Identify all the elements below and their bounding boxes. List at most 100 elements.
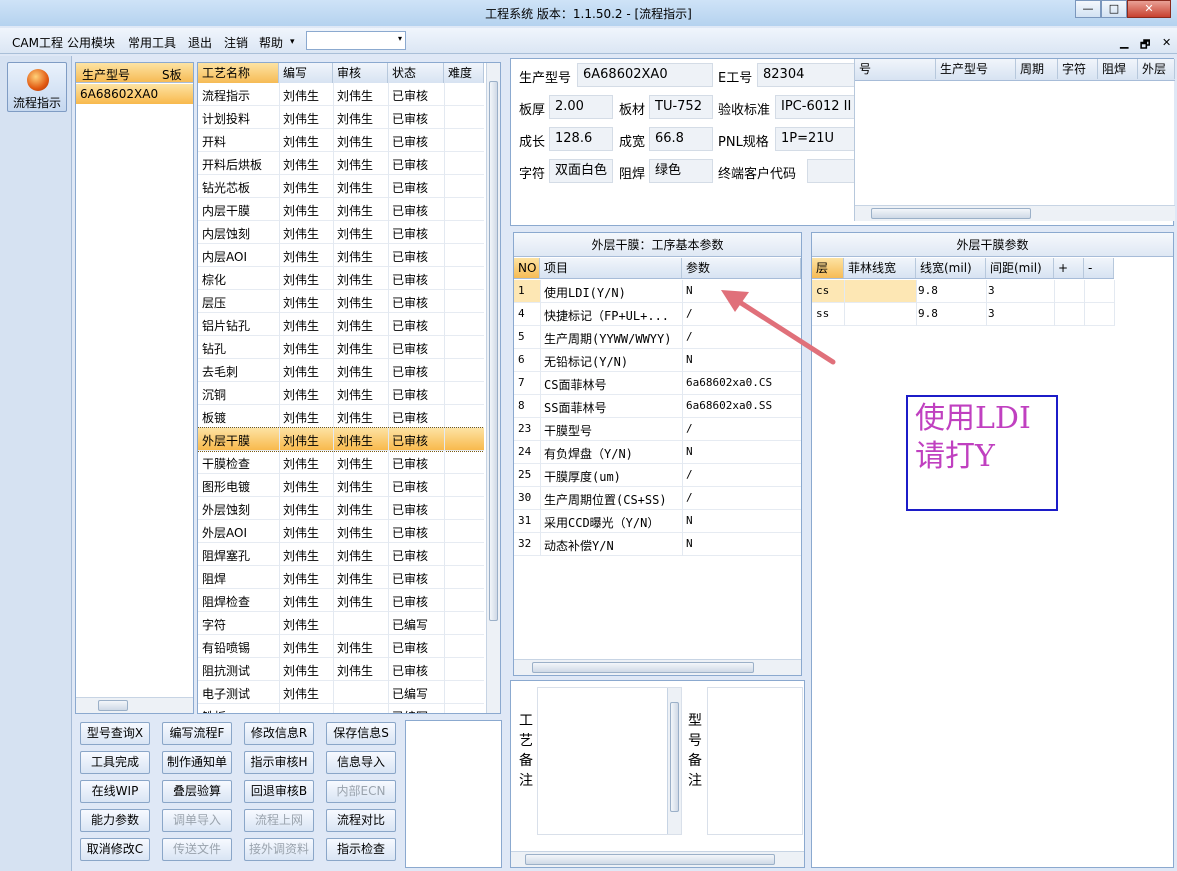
table-row[interactable]: 阻焊检查 刘伟生 刘伟生 已审核 <box>198 589 484 612</box>
param-row[interactable]: 24 有负焊盘（Y/N) N <box>514 441 801 464</box>
action-button[interactable]: 指示检查 <box>326 838 396 861</box>
table-row[interactable]: 铣板 已编写 <box>198 704 484 713</box>
action-button[interactable]: 调单导入 <box>162 809 232 832</box>
film-row[interactable]: cs 9.8 3 <box>812 280 1115 303</box>
col-period[interactable]: 周期 <box>1016 59 1058 79</box>
action-button[interactable]: 指示审核H <box>244 751 314 774</box>
model-hscroll[interactable] <box>76 697 193 713</box>
table-row[interactable]: 外层蚀刻 刘伟生 刘伟生 已审核 <box>198 497 484 520</box>
col-mask[interactable]: 阻焊 <box>1098 59 1138 79</box>
action-button[interactable]: 接外调资料 <box>244 838 314 861</box>
model-row[interactable]: 6A68602XA0 <box>76 84 193 104</box>
menu-tools[interactable]: 常用工具 <box>128 34 176 51</box>
table-row[interactable]: 层压 刘伟生 刘伟生 已审核 <box>198 290 484 313</box>
table-row[interactable]: 干膜检查 刘伟生 刘伟生 已审核 <box>198 451 484 474</box>
table-row[interactable]: 字符 刘伟生 已编写 <box>198 612 484 635</box>
table-row[interactable]: 有铅喷锡 刘伟生 刘伟生 已审核 <box>198 635 484 658</box>
table-row[interactable]: 沉铜 刘伟生 刘伟生 已审核 <box>198 382 484 405</box>
param-row[interactable]: 31 采用CCD曝光（Y/N） N <box>514 510 801 533</box>
col-status[interactable]: 状态 <box>388 63 444 83</box>
process-notes-input[interactable] <box>537 687 682 835</box>
mdi-close-icon[interactable]: ✕ <box>1162 36 1171 49</box>
param-row[interactable]: 7 CS面菲林号 6a68602xa0.CS <box>514 372 801 395</box>
table-row[interactable]: 铝片钻孔 刘伟生 刘伟生 已审核 <box>198 313 484 336</box>
col-rg-model[interactable]: 生产型号 <box>936 59 1016 79</box>
table-row[interactable]: 开料后烘板 刘伟生 刘伟生 已审核 <box>198 152 484 175</box>
table-row[interactable]: 内层干膜 刘伟生 刘伟生 已审核 <box>198 198 484 221</box>
param-row[interactable]: 30 生产周期位置(CS+SS) / <box>514 487 801 510</box>
action-button[interactable]: 叠层验算 <box>162 780 232 803</box>
action-button[interactable]: 取消修改C <box>80 838 150 861</box>
table-row[interactable]: 阻焊塞孔 刘伟生 刘伟生 已审核 <box>198 543 484 566</box>
table-row[interactable]: 内层AOI 刘伟生 刘伟生 已审核 <box>198 244 484 267</box>
table-row[interactable]: 外层干膜 刘伟生 刘伟生 已审核 <box>198 427 484 452</box>
table-row[interactable]: 电子测试 刘伟生 已编写 <box>198 681 484 704</box>
param-row[interactable]: 23 干膜型号 / <box>514 418 801 441</box>
action-button[interactable]: 内部ECN <box>326 780 396 803</box>
col-no[interactable]: NO <box>514 258 540 278</box>
action-button[interactable]: 编写流程F <box>162 722 232 745</box>
col-film-width[interactable]: 菲林线宽 <box>844 258 916 278</box>
col-char[interactable]: 字符 <box>1058 59 1098 79</box>
menu-help[interactable]: 帮助 <box>259 34 283 51</box>
action-button[interactable]: 修改信息R <box>244 722 314 745</box>
table-row[interactable]: 内层蚀刻 刘伟生 刘伟生 已审核 <box>198 221 484 244</box>
menu-exit[interactable]: 退出 <box>188 34 212 51</box>
process-vscroll[interactable] <box>486 63 500 713</box>
col-layer[interactable]: 层 <box>812 258 844 278</box>
table-row[interactable]: 板镀 刘伟生 刘伟生 已审核 <box>198 405 484 428</box>
table-row[interactable]: 阻焊 刘伟生 刘伟生 已审核 <box>198 566 484 589</box>
maximize-button[interactable]: □ <box>1101 0 1127 18</box>
table-row[interactable]: 去毛刺 刘伟生 刘伟生 已审核 <box>198 359 484 382</box>
flow-indicator-button[interactable]: 流程指示 <box>7 62 67 112</box>
mdi-minimize-icon[interactable]: ▁ <box>1120 36 1128 49</box>
action-button[interactable]: 流程上网 <box>244 809 314 832</box>
col-reviewer[interactable]: 审核 <box>333 63 388 83</box>
col-no[interactable]: 号 <box>855 59 936 79</box>
col-writer[interactable]: 编写 <box>279 63 333 83</box>
col-difficulty[interactable]: 难度 <box>444 63 484 83</box>
film-row[interactable]: ss 9.8 3 <box>812 303 1115 326</box>
col-minus[interactable]: - <box>1084 258 1114 278</box>
action-button[interactable]: 回退审核B <box>244 780 314 803</box>
action-button[interactable]: 信息导入 <box>326 751 396 774</box>
minimize-button[interactable]: — <box>1075 0 1101 18</box>
col-param[interactable]: 参数 <box>682 258 801 278</box>
action-button[interactable]: 型号查询X <box>80 722 150 745</box>
action-button[interactable]: 传送文件 <box>162 838 232 861</box>
col-line-width[interactable]: 线宽(mil) <box>916 258 986 278</box>
col-plus[interactable]: + <box>1054 258 1084 278</box>
menu-cam[interactable]: CAM工程 <box>12 34 63 51</box>
param-row[interactable]: 8 SS面菲林号 6a68602xa0.SS <box>514 395 801 418</box>
param-row[interactable]: 25 干膜厚度(um) / <box>514 464 801 487</box>
menu-public[interactable]: 公用模块 <box>67 34 115 51</box>
table-row[interactable]: 棕化 刘伟生 刘伟生 已审核 <box>198 267 484 290</box>
table-row[interactable]: 图形电镀 刘伟生 刘伟生 已审核 <box>198 474 484 497</box>
col-item[interactable]: 项目 <box>540 258 682 278</box>
table-row[interactable]: 钻光芯板 刘伟生 刘伟生 已审核 <box>198 175 484 198</box>
param-row[interactable]: 32 动态补偿Y/N N <box>514 533 801 556</box>
action-button[interactable]: 制作通知单 <box>162 751 232 774</box>
col-process-name[interactable]: 工艺名称 <box>198 63 279 83</box>
notes-hscroll[interactable] <box>511 851 804 867</box>
action-button[interactable]: 能力参数 <box>80 809 150 832</box>
col-spacing[interactable]: 间距(mil) <box>986 258 1054 278</box>
menu-logout[interactable]: 注销 <box>224 34 248 51</box>
params-hscroll[interactable] <box>514 659 801 675</box>
col-outer[interactable]: 外层 <box>1138 59 1175 79</box>
close-button[interactable]: ✕ <box>1127 0 1171 18</box>
table-row[interactable]: 阻抗测试 刘伟生 刘伟生 已审核 <box>198 658 484 681</box>
table-row[interactable]: 钻孔 刘伟生 刘伟生 已审核 <box>198 336 484 359</box>
action-button[interactable]: 在线WIP <box>80 780 150 803</box>
action-button[interactable]: 工具完成 <box>80 751 150 774</box>
table-row[interactable]: 计划投料 刘伟生 刘伟生 已审核 <box>198 106 484 129</box>
table-row[interactable]: 外层AOI 刘伟生 刘伟生 已审核 <box>198 520 484 543</box>
action-button[interactable]: 流程对比 <box>326 809 396 832</box>
action-button[interactable]: 保存信息S <box>326 722 396 745</box>
table-row[interactable]: 流程指示 刘伟生 刘伟生 已审核 <box>198 83 484 106</box>
table-row[interactable]: 开料 刘伟生 刘伟生 已审核 <box>198 129 484 152</box>
related-hscroll[interactable] <box>855 205 1175 221</box>
mdi-restore-icon[interactable]: 🗗 <box>1140 36 1150 55</box>
model-notes-input[interactable] <box>707 687 803 835</box>
menu-combo[interactable]: ▾ <box>306 31 406 50</box>
